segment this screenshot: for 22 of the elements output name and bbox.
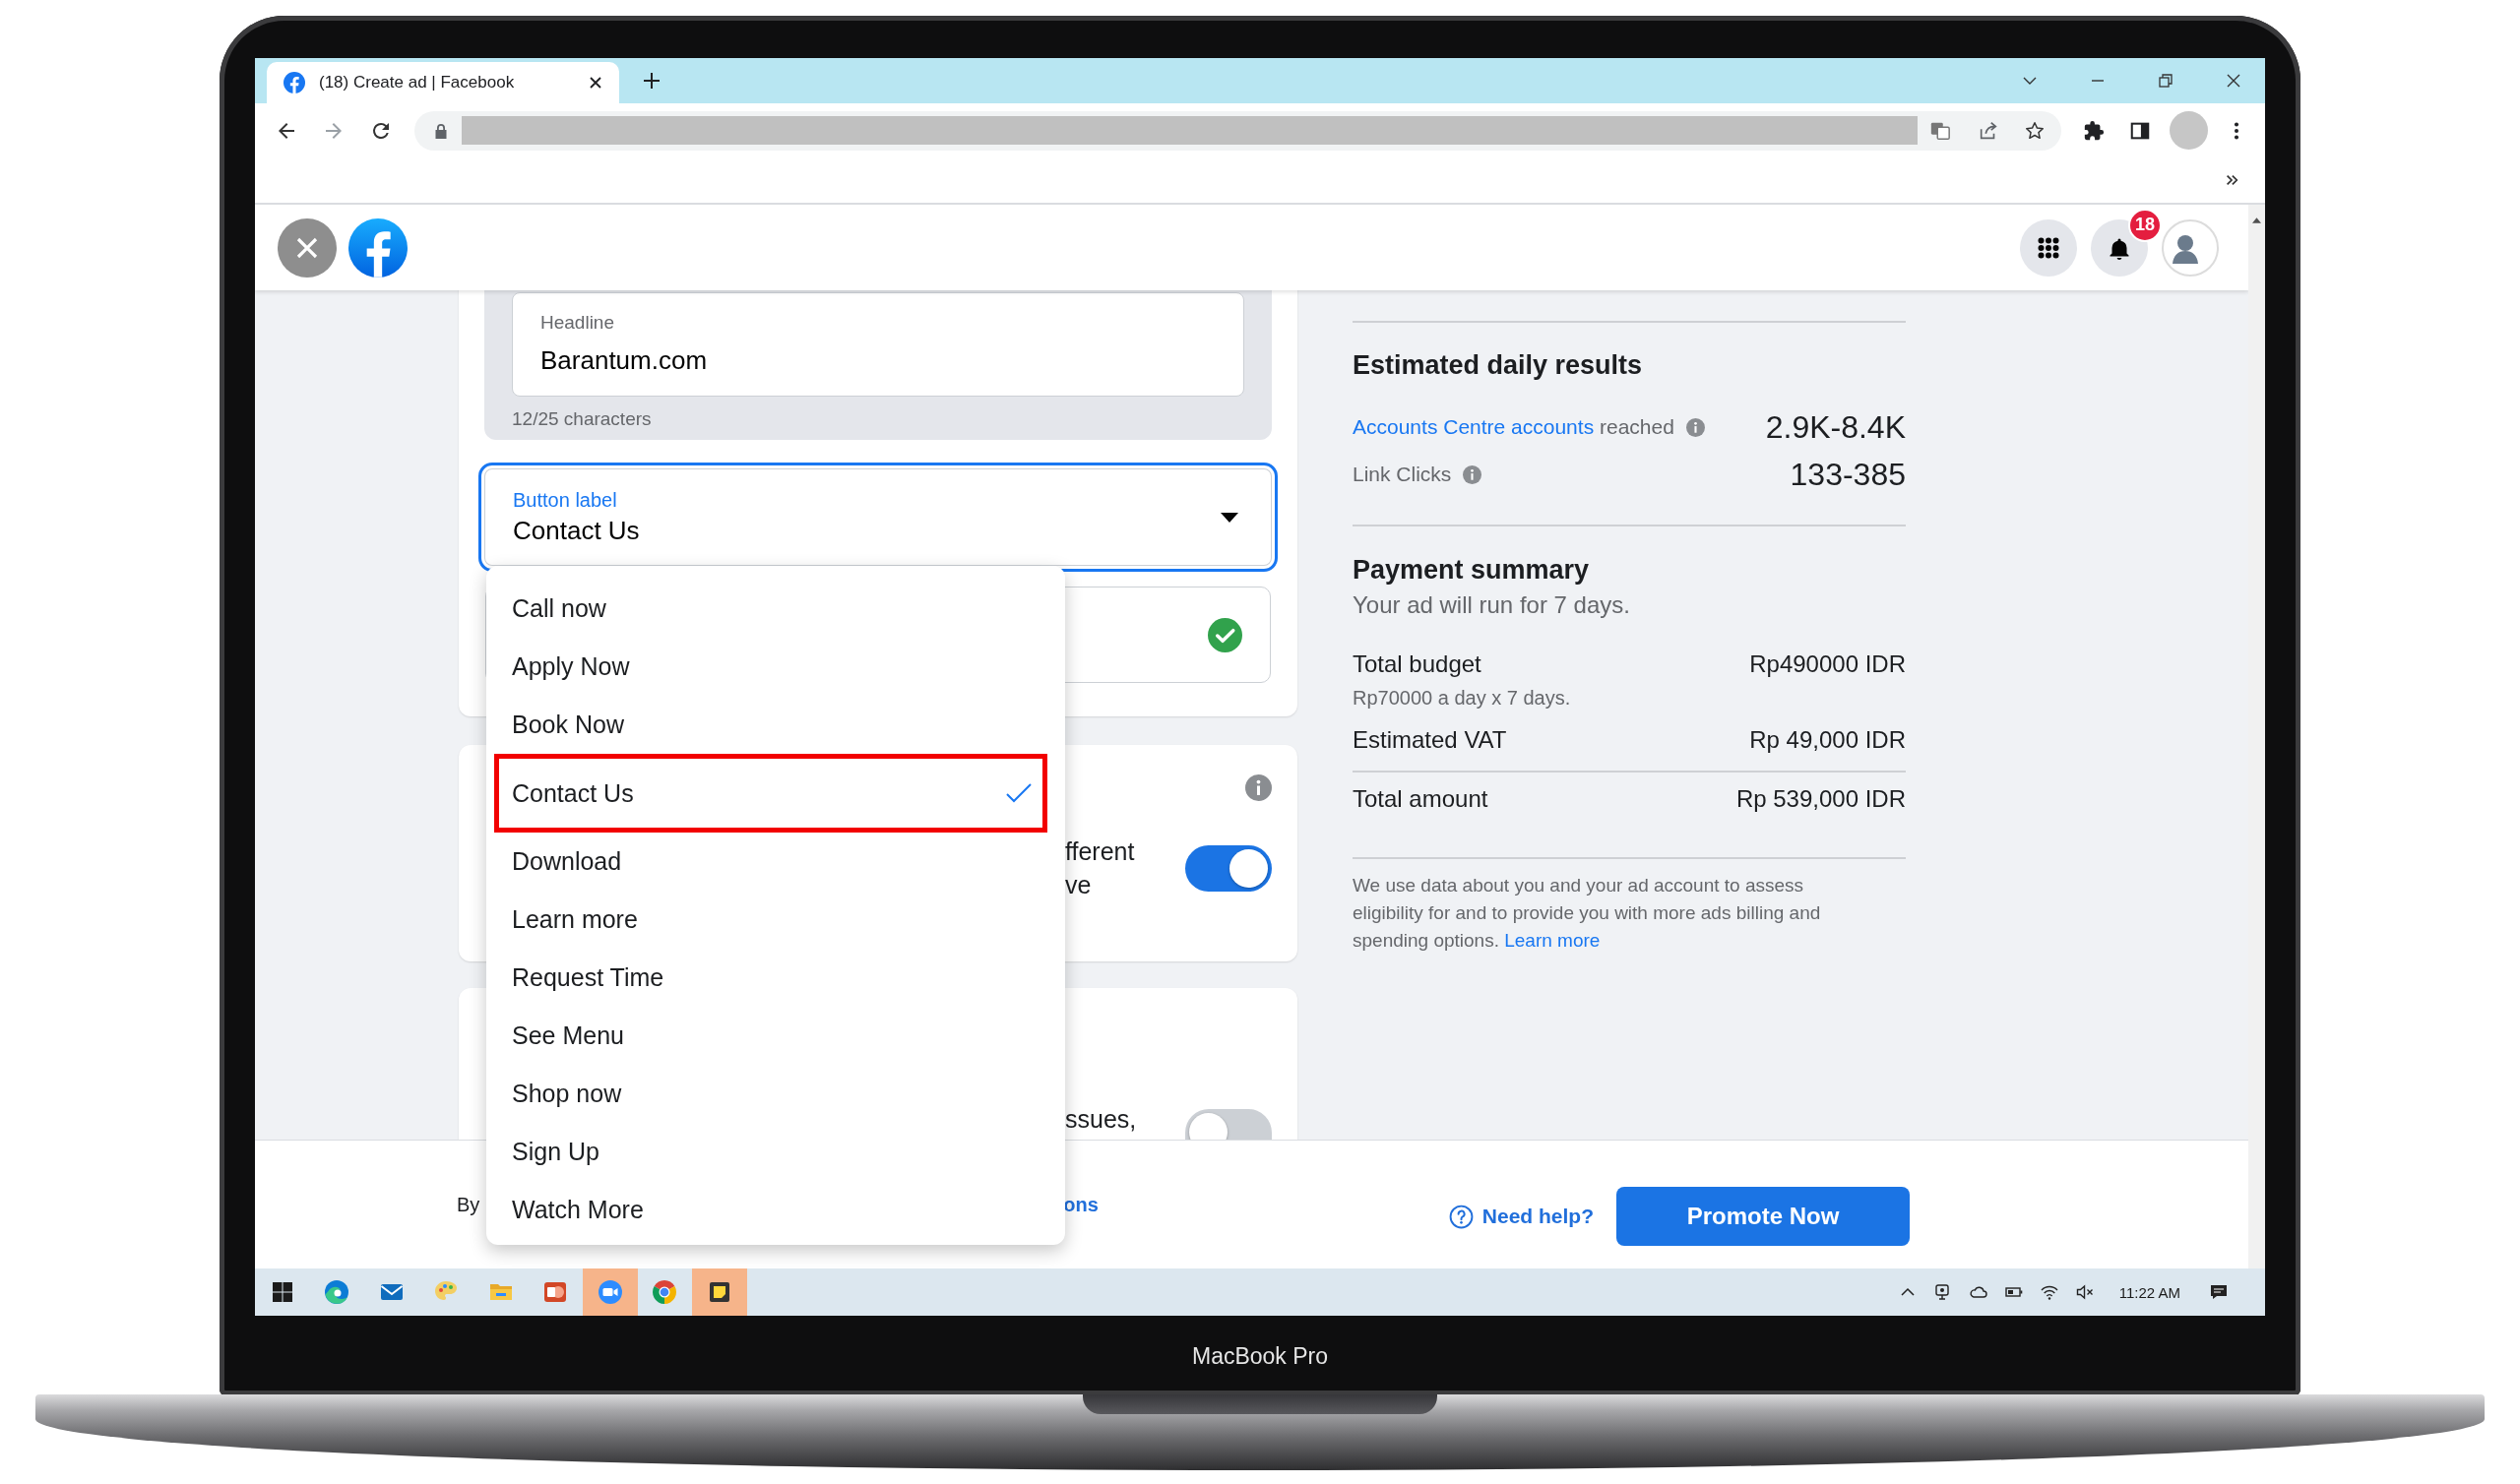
line-item-amount: Rp 49,000 IDR xyxy=(1749,725,1906,755)
metric-label: Link Clicks xyxy=(1353,463,1452,486)
line-item-note: Rp70000 a day x 7 days. xyxy=(1353,686,1572,711)
line-item-amount: Rp 539,000 IDR xyxy=(1735,784,1906,814)
partial-text: ve xyxy=(1065,870,1093,900)
footer-text: By xyxy=(457,1193,480,1217)
payment-subtitle: Your ad will run for 7 days. xyxy=(1353,590,1631,620)
line-item-label: Total budget xyxy=(1353,649,1481,679)
partial-text: fferent xyxy=(1065,836,1135,867)
notification-badge: 18 xyxy=(2128,208,2162,242)
character-counter: 12/25 characters xyxy=(512,408,653,430)
partial-text: ssues, xyxy=(1065,1104,1137,1135)
section-title: Payment summary xyxy=(1353,554,1591,587)
line-item-amount: Rp490000 IDR xyxy=(1749,649,1906,679)
metric-value: 2.9K-8.4K xyxy=(1765,408,1906,446)
metric-label: Accounts Centre accounts reached xyxy=(1353,415,1674,439)
laptop-model-label: MacBook Pro xyxy=(1191,1341,1329,1370)
metric-value: 133-385 xyxy=(1790,456,1906,493)
section-title: Estimated daily results xyxy=(1353,349,1644,382)
line-item-label: Estimated VAT xyxy=(1353,725,1507,755)
billing-disclaimer: We use data about you and your ad account to assess eligibility for and to provide you with more ads billing and spending options. Learn more xyxy=(1353,874,1822,953)
line-item-label: Total amount xyxy=(1353,784,1488,814)
